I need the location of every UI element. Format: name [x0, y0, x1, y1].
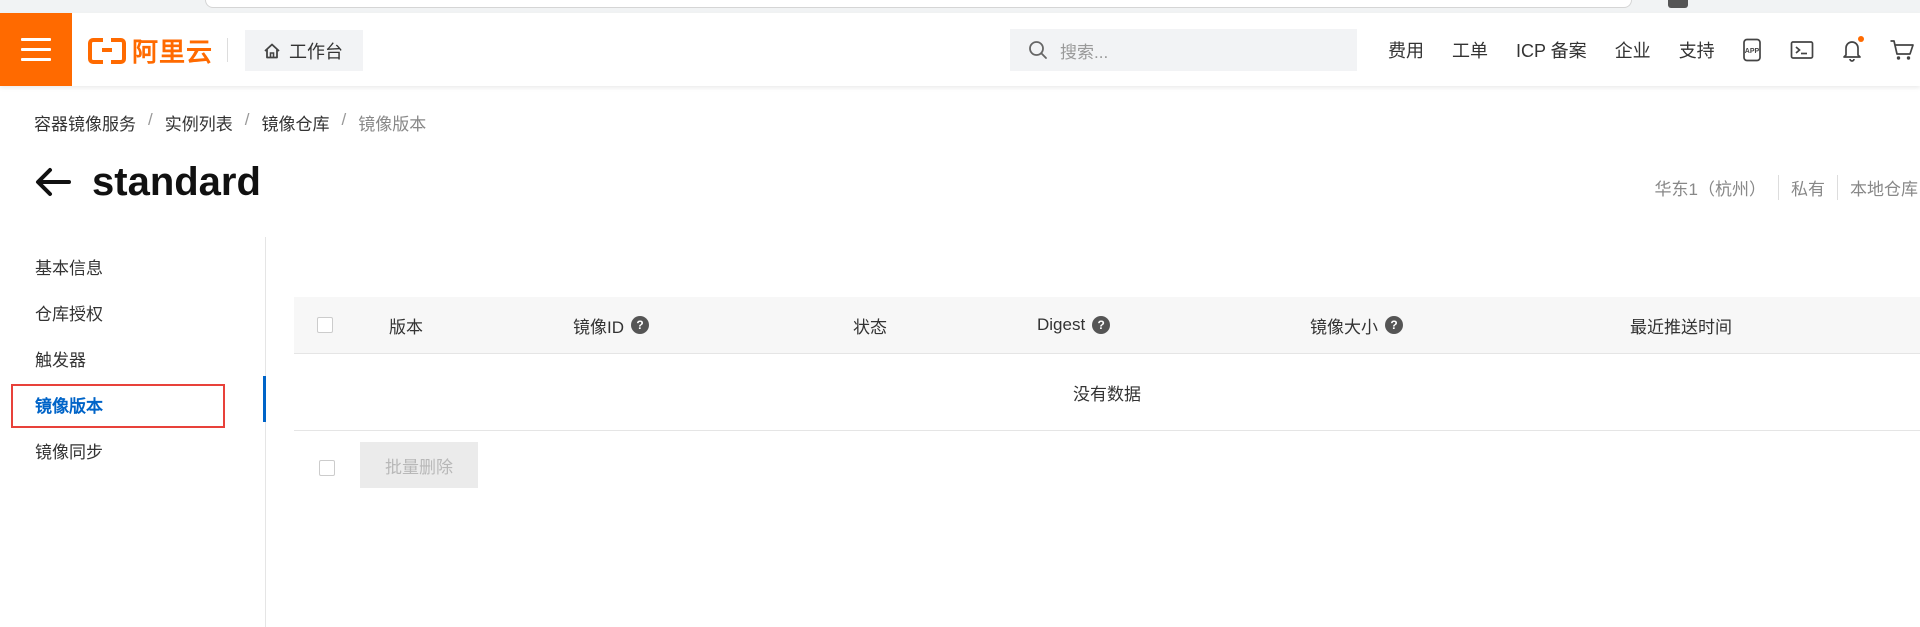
browser-chrome	[0, 0, 1920, 14]
breadcrumb-separator: /	[244, 110, 250, 129]
browser-extension-icon[interactable]	[1668, 0, 1688, 8]
search-icon	[1029, 41, 1047, 59]
sidebar: 基本信息 仓库授权 触发器 镜像版本 镜像同步	[0, 237, 266, 627]
bell-icon[interactable]	[1838, 35, 1866, 64]
sidebar-item-basic-info[interactable]: 基本信息	[35, 254, 103, 279]
column-label: 镜像ID	[573, 317, 624, 337]
back-arrow-icon[interactable]	[35, 167, 71, 197]
header-nav-links: 费用 工单 ICP 备案 企业 支持	[1388, 13, 1743, 86]
column-header-last-push: 最近推送时间	[1630, 297, 1732, 353]
footer-select-checkbox[interactable]	[319, 460, 335, 476]
column-header-image-id: 镜像ID?	[573, 297, 649, 353]
meta-region: 华东1（杭州）	[1654, 180, 1766, 199]
workbench-button[interactable]: 工作台	[245, 30, 363, 71]
header-icon-group: APP	[1738, 13, 1916, 86]
hamburger-icon[interactable]	[0, 13, 72, 86]
table-footer: 批量删除	[294, 431, 1920, 501]
breadcrumb-item-instances[interactable]: 实例列表	[165, 110, 233, 135]
notification-dot	[1858, 35, 1864, 42]
sidebar-active-indicator	[263, 376, 266, 422]
breadcrumb-separator: /	[341, 110, 347, 129]
question-circle-icon[interactable]: ?	[1092, 316, 1111, 334]
highlight-annotation-box	[11, 384, 225, 428]
column-label: 镜像大小	[1310, 317, 1378, 337]
image-versions-table: 版本 镜像ID? 状态 Digest? 镜像大小? 最近推送时间 没有数据 批量…	[294, 297, 1920, 501]
meta-source: 本地仓库	[1837, 175, 1920, 200]
top-navigation-bar: 阿里云 工作台 搜索... 费用 工单 ICP 备案 企业 支持 APP	[0, 13, 1920, 86]
aliyun-logo[interactable]: 阿里云	[88, 35, 213, 67]
question-circle-icon[interactable]: ?	[1385, 316, 1403, 334]
breadcrumb: 容器镜像服务 / 实例列表 / 镜像仓库 / 镜像版本	[34, 110, 426, 135]
header-divider	[227, 38, 228, 62]
column-label: 状态	[853, 317, 887, 337]
table-empty-state: 没有数据	[294, 354, 1920, 431]
nav-link-enterprise[interactable]: 企业	[1615, 37, 1651, 63]
sidebar-item-triggers[interactable]: 触发器	[35, 346, 86, 371]
sidebar-item-image-sync[interactable]: 镜像同步	[35, 438, 103, 463]
search-placeholder: 搜索...	[1060, 42, 1109, 62]
column-header-image-size: 镜像大小?	[1310, 297, 1403, 353]
aliyun-logo-mark	[88, 38, 126, 64]
search-input[interactable]: 搜索...	[1010, 29, 1357, 71]
terminal-icon[interactable]	[1788, 36, 1816, 64]
logo-text: 阿里云	[132, 36, 214, 67]
breadcrumb-item-current: 镜像版本	[358, 115, 427, 134]
column-header-digest: Digest?	[1037, 297, 1111, 353]
column-label: Digest	[1037, 315, 1086, 334]
batch-delete-button[interactable]: 批量删除	[360, 442, 478, 488]
nav-link-icp[interactable]: ICP 备案	[1516, 37, 1587, 63]
select-all-header	[317, 297, 333, 353]
question-circle-icon[interactable]: ?	[631, 316, 649, 334]
select-all-checkbox[interactable]	[317, 317, 333, 333]
page-title: standard	[92, 160, 261, 204]
browser-address-bar[interactable]	[205, 0, 1632, 8]
column-header-version: 版本	[389, 297, 423, 353]
repo-meta: 华东1（杭州） 私有 本地仓库	[1655, 175, 1920, 200]
nav-link-tickets[interactable]: 工单	[1452, 37, 1488, 63]
svg-text:APP: APP	[1745, 48, 1760, 55]
sidebar-item-repo-auth[interactable]: 仓库授权	[35, 300, 103, 325]
home-icon	[264, 43, 280, 58]
breadcrumb-item-repos[interactable]: 镜像仓库	[261, 110, 329, 135]
column-label: 版本	[389, 317, 423, 337]
breadcrumb-separator: /	[148, 110, 153, 129]
breadcrumb-item-service[interactable]: 容器镜像服务	[34, 110, 136, 135]
meta-visibility: 私有	[1778, 175, 1837, 200]
cart-icon[interactable]	[1888, 36, 1916, 64]
nav-link-support[interactable]: 支持	[1679, 37, 1715, 63]
workbench-label: 工作台	[289, 41, 343, 62]
table-header: 版本 镜像ID? 状态 Digest? 镜像大小? 最近推送时间	[294, 297, 1920, 354]
column-label: 最近推送时间	[1630, 317, 1732, 337]
column-header-status: 状态	[853, 297, 887, 353]
nav-link-billing[interactable]: 费用	[1388, 37, 1424, 63]
app-icon[interactable]: APP	[1738, 36, 1766, 64]
